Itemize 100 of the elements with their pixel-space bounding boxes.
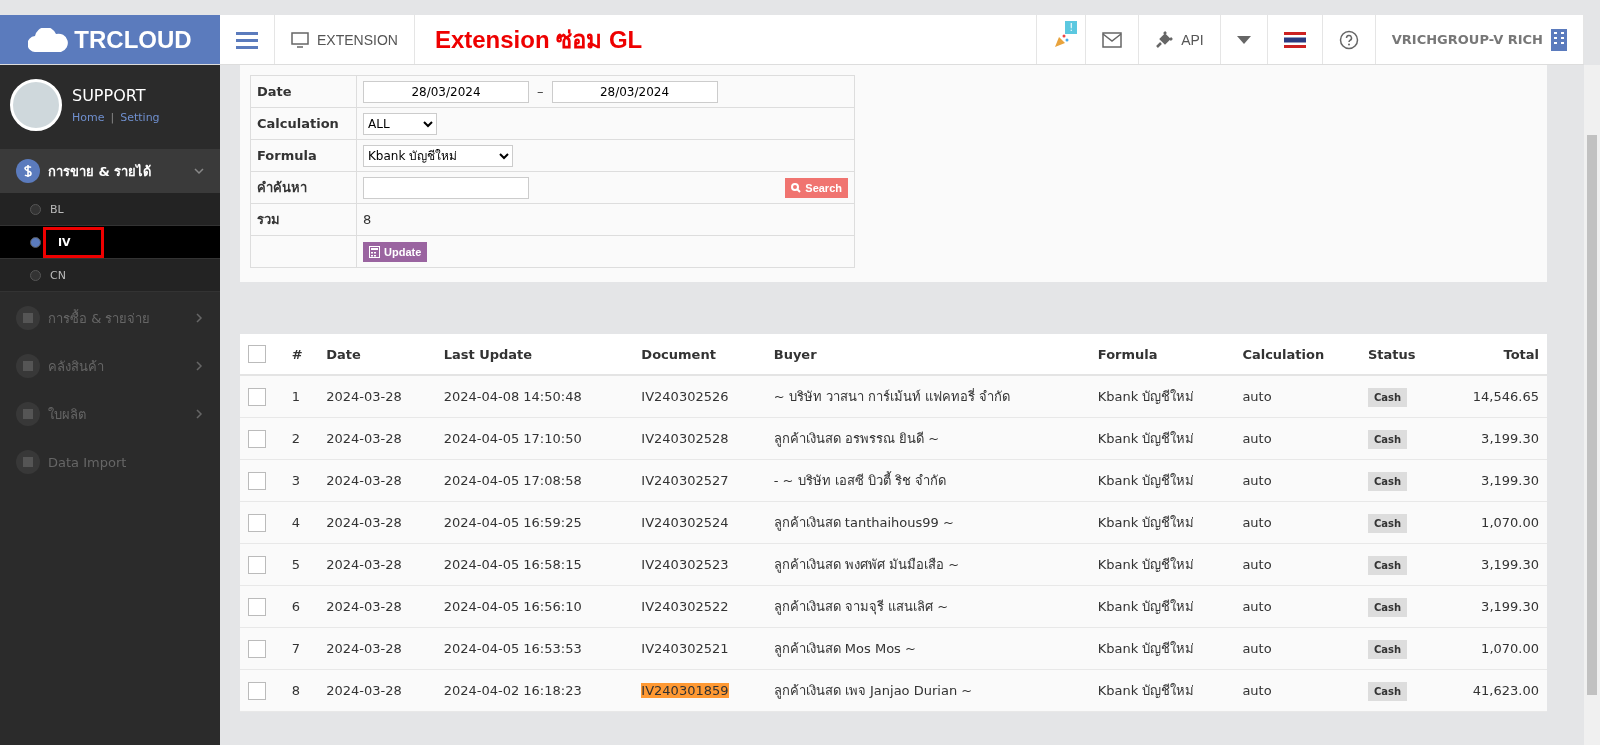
monitor-icon	[291, 31, 309, 48]
table-cell: 2024-04-05 16:59:25	[435, 501, 634, 544]
table-cell: ลูกค้าเงินสด เพจ Janjao Durian ~	[765, 669, 1090, 712]
table-cell: 2	[283, 417, 319, 460]
bullet-icon	[30, 203, 41, 215]
row-checkbox[interactable]	[248, 513, 266, 532]
search-field[interactable]	[363, 176, 529, 199]
document-number: IV240302527	[641, 473, 729, 488]
trcloud-logo[interactable]: TRCLOUD	[0, 15, 220, 64]
submenu-label: CN	[49, 267, 67, 284]
field-label: Calculation	[250, 107, 357, 140]
sidebar-label: การขาย & รายได้	[48, 162, 153, 181]
page-title: Extension ซ่อม GL	[433, 25, 644, 55]
submenu-item[interactable]: BL	[0, 193, 220, 226]
field-label: Formula	[250, 139, 357, 172]
table-cell: 2024-03-28	[318, 417, 436, 460]
update-button[interactable]: Update	[363, 241, 428, 262]
field-label: คำค้นหา	[250, 171, 357, 204]
status-badge: Cash	[1367, 682, 1408, 701]
chevron-down-icon	[194, 166, 204, 176]
table-cell: 1	[283, 375, 319, 418]
calculation-select[interactable]: ALL	[363, 112, 437, 135]
table-cell: 3,199.30	[1441, 585, 1547, 628]
table-cell: Kbank บัญชีใหม่	[1089, 669, 1235, 712]
calculator-icon	[369, 245, 380, 258]
submenu-item[interactable]: CN	[0, 259, 220, 292]
table-cell: 2024-04-05 17:08:58	[435, 459, 634, 502]
select-all-checkbox[interactable]	[248, 345, 266, 363]
scrollbar[interactable]	[1584, 65, 1600, 745]
sidebar-label: คลังสินค้า	[48, 357, 105, 376]
table-cell: 2024-03-28	[318, 543, 436, 586]
user-link[interactable]: Home	[72, 111, 105, 124]
table-cell: 6	[283, 585, 319, 628]
row-checkbox[interactable]	[248, 597, 266, 616]
table-cell: 1,070.00	[1441, 501, 1547, 544]
submenu-item[interactable]: IV	[0, 226, 220, 259]
submenu-label: BL	[49, 201, 65, 218]
user-link[interactable]: Setting	[120, 111, 160, 124]
submenu-label: IV	[43, 226, 104, 258]
table-cell: 2024-03-28	[318, 501, 436, 544]
status-badge: Cash	[1367, 598, 1408, 617]
table-cell: Kbank บัญชีใหม่	[1089, 459, 1235, 502]
table-cell: 4	[283, 501, 319, 544]
logo-text: TRCLOUD	[74, 25, 192, 54]
sidebar-item[interactable]: การขาย & รายได้	[0, 149, 220, 193]
table-cell: 2024-04-05 17:10:50	[435, 417, 634, 460]
row-checkbox[interactable]	[248, 471, 266, 490]
row-checkbox[interactable]	[248, 555, 266, 574]
status-badge: Cash	[1367, 556, 1408, 575]
document-number: IV240302521	[641, 641, 729, 656]
document-number: IV240302523	[641, 557, 729, 572]
table-cell: 1,070.00	[1441, 627, 1547, 670]
status-badge: Cash	[1367, 514, 1408, 533]
table-cell: 2024-03-28	[318, 375, 436, 418]
row-checkbox[interactable]	[248, 681, 266, 700]
table-cell: Kbank บัญชีใหม่	[1089, 585, 1235, 628]
flag-icon	[1283, 31, 1306, 48]
table-cell: auto	[1234, 543, 1360, 586]
table-cell: auto	[1234, 459, 1360, 502]
table-cell: ลูกค้าเงินสด อรพรรณ ยินดี ~	[765, 417, 1090, 460]
caret-icon	[1236, 35, 1251, 44]
table-cell: 2024-03-28	[318, 459, 436, 502]
table-cell: 3	[283, 459, 319, 502]
date-separator: –	[537, 84, 544, 99]
chevron-right-icon	[194, 313, 204, 323]
table-cell: 2024-03-28	[318, 627, 436, 670]
row-checkbox[interactable]	[248, 387, 266, 406]
date-to-field[interactable]: 28/03/2024	[551, 80, 718, 103]
table-cell: 2024-04-05 16:53:53	[435, 627, 634, 670]
table-cell: 7	[283, 627, 319, 670]
building-icon	[1551, 28, 1567, 51]
row-checkbox[interactable]	[248, 639, 266, 658]
plug-icon	[1155, 30, 1174, 49]
table-cell: 14,546.65	[1441, 375, 1547, 418]
table-cell: Kbank บัญชีใหม่	[1089, 375, 1235, 418]
date-from-field[interactable]: 28/03/2024	[363, 80, 529, 103]
table-cell: 3,199.30	[1441, 459, 1547, 502]
notification-badge: !	[1065, 21, 1078, 34]
table-cell: auto	[1234, 417, 1360, 460]
chevron-right-icon	[194, 409, 204, 419]
table-cell: 8	[283, 669, 319, 712]
document-number: IV240302524	[641, 515, 729, 530]
field-label: รวม	[250, 203, 357, 236]
formula-select[interactable]: Kbank บัญชีใหม่	[363, 144, 513, 167]
table-cell: Kbank บัญชีใหม่	[1089, 417, 1235, 460]
user-name: SUPPORT	[72, 86, 147, 105]
table-cell: 41,623.00	[1441, 669, 1547, 712]
table-cell: 2024-04-05 16:56:10	[435, 585, 634, 628]
table-cell: auto	[1234, 669, 1360, 712]
table-cell: ลูกค้าเงินสด Mos Mos ~	[765, 627, 1090, 670]
row-checkbox[interactable]	[248, 429, 266, 448]
bullet-icon	[30, 269, 41, 281]
envelope-icon	[1102, 31, 1123, 48]
bullet-icon	[30, 236, 41, 248]
status-badge: Cash	[1367, 388, 1408, 407]
table-cell: auto	[1234, 585, 1360, 628]
table-cell: 2024-03-28	[318, 585, 436, 628]
table-cell: Kbank บัญชีใหม่	[1089, 501, 1235, 544]
table-cell: - ~ บริษัท เอสซี บิวตี้ ริช จำกัด	[765, 459, 1090, 502]
search-button[interactable]: Search	[785, 177, 848, 198]
